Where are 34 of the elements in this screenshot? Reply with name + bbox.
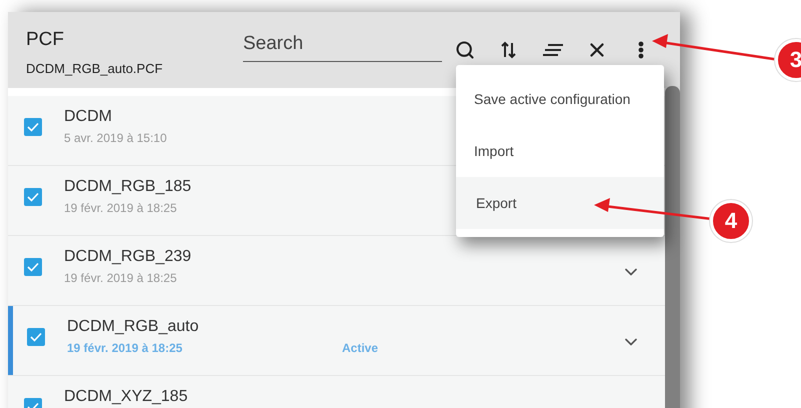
search-field[interactable]: Search (243, 32, 442, 62)
sort-icon (500, 40, 518, 60)
menu-item[interactable]: Save active configuration (456, 73, 664, 125)
scrollbar[interactable] (665, 86, 680, 408)
check-icon (27, 122, 39, 132)
configuration-date: 19 févr. 2019 à 18:25 (67, 341, 184, 355)
configuration-row[interactable]: DCDM_RGB_auto 19 févr. 2019 à 18:25 Active (8, 306, 665, 376)
menu-item[interactable]: Export (456, 177, 664, 229)
callout-number: 3 (775, 39, 801, 81)
configuration-row[interactable]: DCDM_RGB_239 19 févr. 2019 à 18:25 (8, 236, 665, 306)
check-icon (27, 192, 39, 202)
checkbox[interactable] (24, 188, 42, 206)
lines-icon (542, 43, 564, 57)
file-name: DCDM_RGB_auto.PCF (26, 60, 164, 76)
configuration-name: DCDM_RGB_185 (64, 178, 192, 196)
callout-number: 4 (710, 200, 752, 242)
configuration-name: DCDM_RGB_auto (67, 318, 200, 336)
checkbox[interactable] (24, 118, 42, 136)
status-label: Active (342, 341, 378, 355)
configuration-name: DCDM (64, 108, 113, 126)
panel-title: PCF (26, 28, 65, 50)
menu-item[interactable]: Import (456, 125, 664, 177)
configuration-name: DCDM_RGB_239 (64, 248, 192, 266)
checkbox[interactable] (27, 328, 45, 346)
check-icon (30, 332, 42, 342)
configuration-date: 19 févr. 2019 à 18:25 (64, 201, 178, 215)
active-indicator (8, 306, 13, 375)
configuration-date: 5 avr. 2019 à 15:10 (64, 131, 168, 145)
configuration-name: DCDM_XYZ_185 (64, 388, 189, 406)
kebab-menu-icon (638, 41, 644, 59)
checkbox[interactable] (24, 258, 42, 276)
configuration-date: 19 févr. 2019 à 18:25 (64, 271, 178, 285)
search-icon (455, 40, 475, 60)
check-icon (27, 262, 39, 272)
